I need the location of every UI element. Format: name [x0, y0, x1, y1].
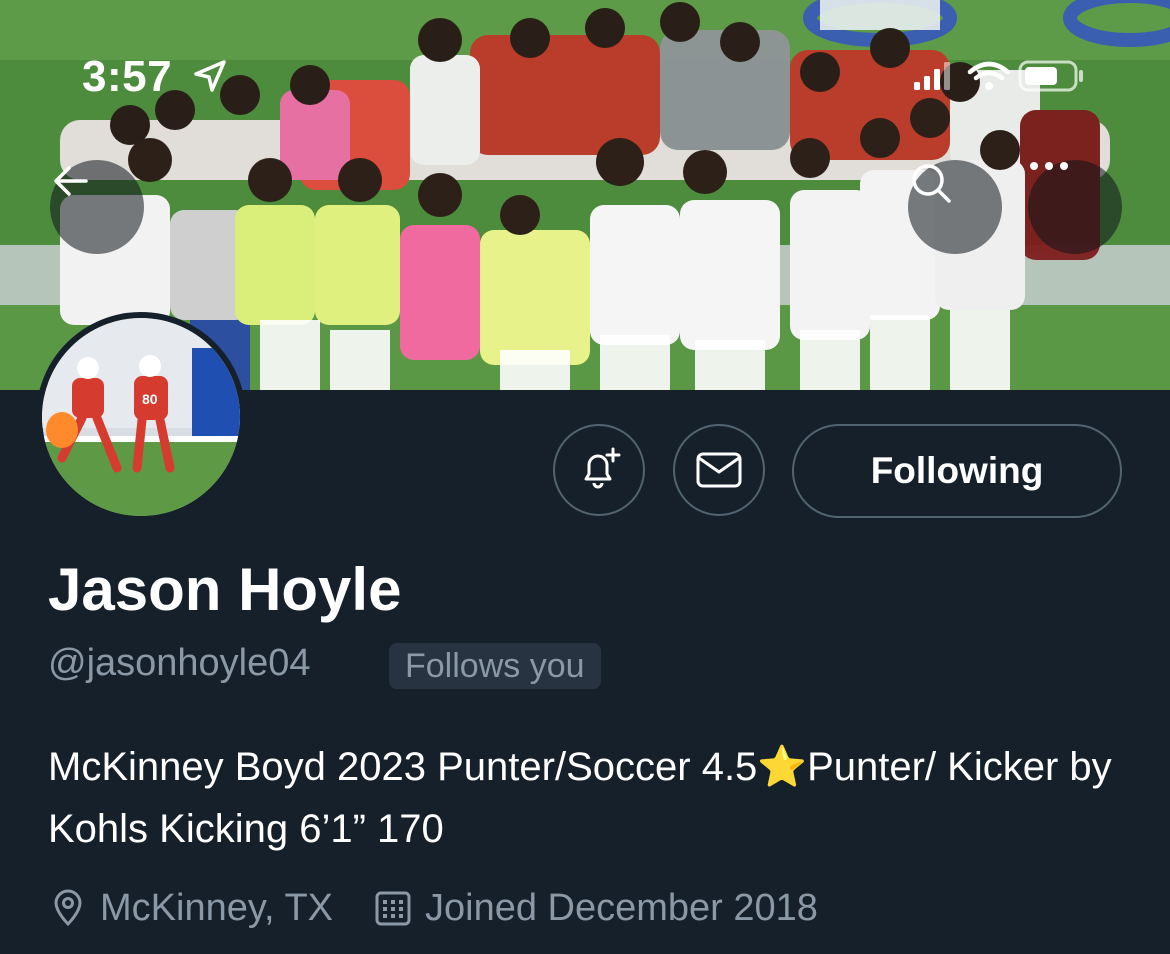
svg-text:80: 80	[142, 391, 158, 407]
profile-bio: McKinney Boyd 2023 Punter/Soccer 4.5⭐️Pu…	[48, 745, 1112, 851]
bell-plus-icon	[584, 447, 621, 489]
signal-icon	[914, 62, 950, 90]
status-icons	[910, 56, 1110, 96]
profile-handle: @jasonhoyle04	[48, 642, 311, 684]
battery-icon	[1018, 60, 1083, 92]
following-button[interactable]: Following	[792, 424, 1122, 518]
profile-meta: McKinney, TX Joined December 2018	[48, 880, 858, 936]
more-button[interactable]	[1028, 160, 1122, 254]
arrow-left-icon	[54, 166, 88, 196]
search-icon	[912, 164, 951, 203]
status-bar: 3:57	[0, 0, 1170, 140]
joined-item: Joined December 2018	[373, 887, 818, 930]
joined-text: Joined December 2018	[425, 886, 818, 929]
location-arrow-icon	[194, 60, 226, 92]
back-button[interactable]	[50, 160, 144, 254]
profile-avatar[interactable]: 80	[42, 318, 240, 516]
envelope-icon	[696, 452, 742, 488]
avatar-photo: 80	[42, 318, 240, 516]
calendar-icon	[375, 891, 411, 926]
search-button[interactable]	[908, 160, 1002, 254]
location-pin-icon	[54, 889, 82, 927]
profile-name: Jason Hoyle	[48, 556, 402, 623]
wifi-icon	[967, 61, 1011, 81]
notifications-button[interactable]	[553, 424, 645, 516]
location-text: McKinney, TX	[100, 886, 334, 929]
status-indicators	[914, 60, 1083, 92]
location-item: McKinney, TX	[48, 887, 333, 930]
follows-you-badge: Follows you	[389, 643, 601, 689]
message-button[interactable]	[673, 424, 765, 516]
more-horizontal-icon	[1030, 162, 1068, 170]
status-time: 3:57	[82, 52, 173, 101]
